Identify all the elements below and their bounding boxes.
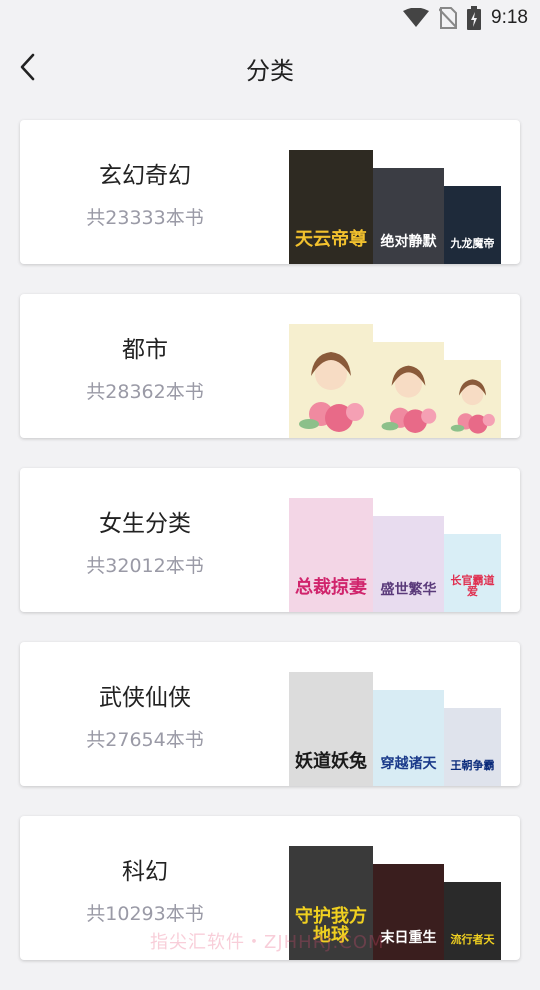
category-count: 共32012本书 [86,555,204,577]
book-cover: 盛世繁华 [373,516,444,612]
book-cover-title: 流行者天 [450,933,495,947]
book-cover-title: 总裁掠妻 [295,577,367,599]
book-cover-title: 盛世繁华 [380,582,437,599]
category-card[interactable]: 都市 共28362本书 [20,294,520,438]
flower-girl-illustration [450,379,495,434]
book-cover-title: 王朝争霸 [450,759,495,773]
flower-girl-illustration [381,365,437,433]
status-time: 9:18 [491,7,528,28]
category-name: 科幻 [122,859,168,885]
category-name: 都市 [122,337,168,363]
status-icons: 9:18 [403,6,528,30]
book-cover [289,324,373,438]
book-cover-title: 九龙魔帝 [450,237,495,251]
category-list: 玄幻奇幻 共23333本书 天云帝尊 绝对静默 九龙魔帝 都市 共28362本书… [20,120,520,990]
category-count: 共10293本书 [86,903,204,925]
book-cover: 绝对静默 [373,168,444,264]
book-cover: 穿越诸天 [373,690,444,786]
status-bar: 9:18 [0,0,540,36]
page-title: 分类 [246,57,294,85]
watermark: 指尖汇软件・ZJHHRJ.COM [150,932,385,953]
battery-charging-icon [467,6,482,30]
book-cover [373,342,444,438]
flower-girl-illustration [299,352,364,432]
book-cover: 天云帝尊 [289,150,373,264]
book-cover: 王朝争霸 [444,708,501,786]
book-cover [444,360,501,438]
category-card[interactable]: 玄幻奇幻 共23333本书 天云帝尊 绝对静默 九龙魔帝 [20,120,520,264]
book-cover-title: 末日重生 [380,930,437,947]
no-sim-icon [439,7,458,29]
category-name: 玄幻奇幻 [99,163,191,189]
book-cover: 总裁掠妻 [289,498,373,612]
category-count: 共23333本书 [86,207,204,229]
header: 分类 [0,36,540,98]
book-cover: 长官霸道爱 [444,534,501,612]
book-cover-title: 妖道妖兔 [295,751,367,773]
book-cover-title: 穿越诸天 [380,756,437,773]
category-card[interactable]: 武侠仙侠 共27654本书 妖道妖兔 穿越诸天 王朝争霸 [20,642,520,786]
category-count: 共27654本书 [86,729,204,751]
book-cover: 流行者天 [444,882,501,960]
category-name: 女生分类 [99,511,191,537]
book-cover-title: 绝对静默 [380,234,437,251]
category-name: 武侠仙侠 [99,685,191,711]
book-cover: 九龙魔帝 [444,186,501,264]
book-cover: 妖道妖兔 [289,672,373,786]
wifi-icon [403,8,430,27]
category-card[interactable]: 女生分类 共32012本书 总裁掠妻 盛世繁华 长官霸道爱 [20,468,520,612]
book-cover-title: 天云帝尊 [295,229,367,251]
category-count: 共28362本书 [86,381,204,403]
book-cover-title: 长官霸道爱 [450,573,495,599]
